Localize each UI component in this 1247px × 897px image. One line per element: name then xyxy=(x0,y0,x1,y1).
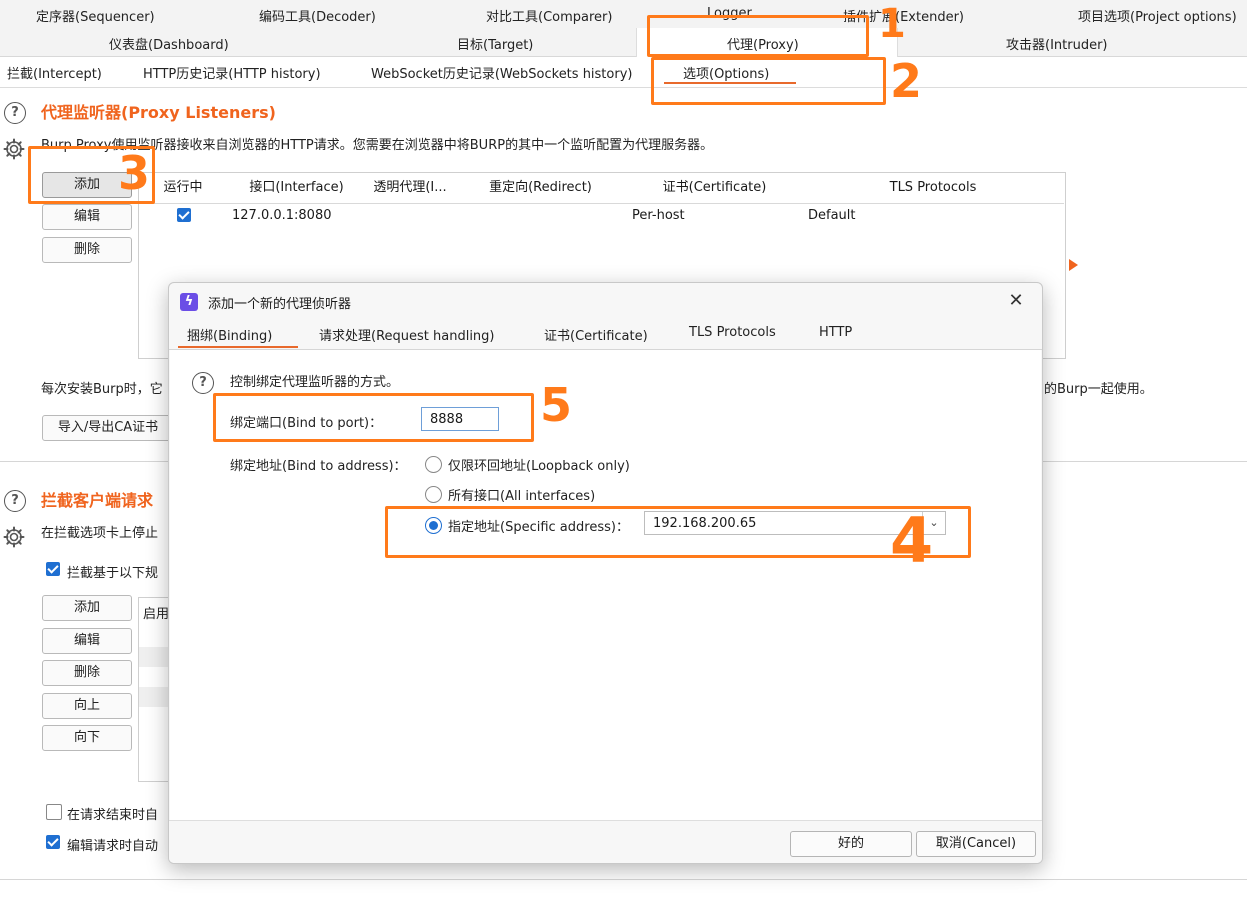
auto-fix-checkbox[interactable] xyxy=(46,804,62,820)
help-icon[interactable]: ? xyxy=(4,490,26,512)
intercept-rules-checkbox[interactable] xyxy=(46,562,60,576)
section-divider xyxy=(0,879,1247,880)
edit-listener-button[interactable]: 编辑 xyxy=(42,204,132,230)
loopback-radio[interactable] xyxy=(425,456,442,473)
annotation-box-options-tab xyxy=(651,57,886,105)
tool-tab-bar-main: 仪表盘(Dashboard) 目标(Target) 攻击器(Intruder) xyxy=(0,28,1247,57)
dialog-tab-bar: 捆绑(Binding) 请求处理(Request handling) 证书(Ce… xyxy=(169,319,1042,350)
tab-project-options[interactable]: 项目选项(Project options) xyxy=(1078,6,1237,25)
column-header-invisible[interactable]: 透明代理(I... xyxy=(366,173,455,204)
move-down-button[interactable]: 向下 xyxy=(42,725,132,751)
help-icon[interactable]: ? xyxy=(192,372,214,394)
proxy-subtab-bar: 拦截(Intercept) HTTP历史记录(HTTP history) Web… xyxy=(0,57,1247,88)
edit-rule-button[interactable]: 编辑 xyxy=(42,628,132,654)
tab-request-handling[interactable]: 请求处理(Request handling) xyxy=(319,325,495,344)
annotation-number: 4 xyxy=(890,504,934,577)
subtab-websockets-history[interactable]: WebSocket历史记录(WebSockets history) xyxy=(371,63,632,82)
tab-sequencer[interactable]: 定序器(Sequencer) xyxy=(36,6,155,25)
intercept-requests-title: 拦截客户端请求 xyxy=(41,491,154,510)
listener-tls: Default xyxy=(808,208,856,223)
cancel-button[interactable]: 取消(Cancel) xyxy=(916,831,1036,857)
tab-http[interactable]: HTTP xyxy=(819,325,852,340)
tab-tls-protocols[interactable]: TLS Protocols xyxy=(689,325,776,340)
intercept-rules-label: 拦截基于以下规 xyxy=(67,566,159,581)
annotation-number: 2 xyxy=(890,54,923,108)
column-header-interface[interactable]: 接口(Interface) xyxy=(227,173,367,204)
annotation-box-proxy-tab xyxy=(647,15,869,57)
remove-listener-button[interactable]: 删除 xyxy=(42,237,132,263)
add-rule-button[interactable]: 添加 xyxy=(42,595,132,621)
running-checkbox[interactable] xyxy=(177,208,191,222)
tool-tab-bar-top: 定序器(Sequencer) 编码工具(Decoder) 对比工具(Compar… xyxy=(0,0,1247,28)
binding-help-text: 控制绑定代理监听器的方式。 xyxy=(230,375,400,390)
tab-dashboard[interactable]: 仪表盘(Dashboard) xyxy=(109,34,229,53)
tab-binding[interactable]: 捆绑(Binding) xyxy=(187,325,272,344)
column-header-enabled[interactable]: 启用 xyxy=(143,603,169,622)
tab-comparer[interactable]: 对比工具(Comparer) xyxy=(486,6,612,25)
listener-certificate: Per-host xyxy=(632,208,685,223)
ok-button[interactable]: 好的 xyxy=(790,831,912,857)
dialog-footer: 好的 取消(Cancel) xyxy=(169,820,1042,863)
help-icon[interactable]: ? xyxy=(4,102,26,124)
subtab-intercept[interactable]: 拦截(Intercept) xyxy=(7,63,102,82)
move-up-button[interactable]: 向上 xyxy=(42,693,132,719)
tab-target[interactable]: 目标(Target) xyxy=(457,34,533,53)
subtab-http-history[interactable]: HTTP历史记录(HTTP history) xyxy=(143,63,321,82)
ca-description-right: 的Burp一起使用。 xyxy=(1044,382,1153,397)
annotation-number: 3 xyxy=(118,146,151,200)
gear-icon[interactable] xyxy=(2,137,26,161)
annotation-number: 1 xyxy=(878,1,906,47)
expand-arrow-icon[interactable] xyxy=(1069,259,1078,271)
import-export-ca-button[interactable]: 导入/导出CA证书 xyxy=(42,415,174,441)
column-header-certificate[interactable]: 证书(Certificate) xyxy=(627,173,803,204)
tab-intruder[interactable]: 攻击器(Intruder) xyxy=(1006,34,1108,53)
proxy-listeners-title: 代理监听器(Proxy Listeners) xyxy=(41,103,276,122)
dialog-title: 添加一个新的代理侦听器 xyxy=(208,297,352,312)
tab-decoder[interactable]: 编码工具(Decoder) xyxy=(259,6,376,25)
close-icon[interactable]: ✕ xyxy=(1007,291,1025,311)
annotation-number: 5 xyxy=(540,378,573,432)
burp-app-icon: ϟ xyxy=(180,293,198,311)
annotation-box-bind-port xyxy=(213,393,534,442)
listener-interface: 127.0.0.1:8080 xyxy=(232,208,332,223)
gear-icon[interactable] xyxy=(2,525,26,549)
auto-update-label: 编辑请求时自动 xyxy=(67,839,159,854)
all-interfaces-radio[interactable] xyxy=(425,486,442,503)
column-header-redirect[interactable]: 重定向(Redirect) xyxy=(454,173,628,204)
auto-update-checkbox[interactable] xyxy=(46,835,60,849)
all-interfaces-label: 所有接口(All interfaces) xyxy=(448,489,596,504)
tab-certificate[interactable]: 证书(Certificate) xyxy=(544,325,648,344)
column-header-tls[interactable]: TLS Protocols xyxy=(802,173,1064,204)
loopback-label: 仅限环回地址(Loopback only) xyxy=(448,459,630,474)
ca-description-left: 每次安装Burp时，它 xyxy=(41,382,163,397)
tab-binding-underline xyxy=(178,346,298,348)
remove-rule-button[interactable]: 删除 xyxy=(42,660,132,686)
intercept-description: 在拦截选项卡上停止 xyxy=(41,526,159,541)
auto-fix-label: 在请求结束时自 xyxy=(67,808,159,823)
bind-address-label: 绑定地址(Bind to address)： xyxy=(230,459,407,474)
annotation-box-specific-address xyxy=(385,506,971,558)
